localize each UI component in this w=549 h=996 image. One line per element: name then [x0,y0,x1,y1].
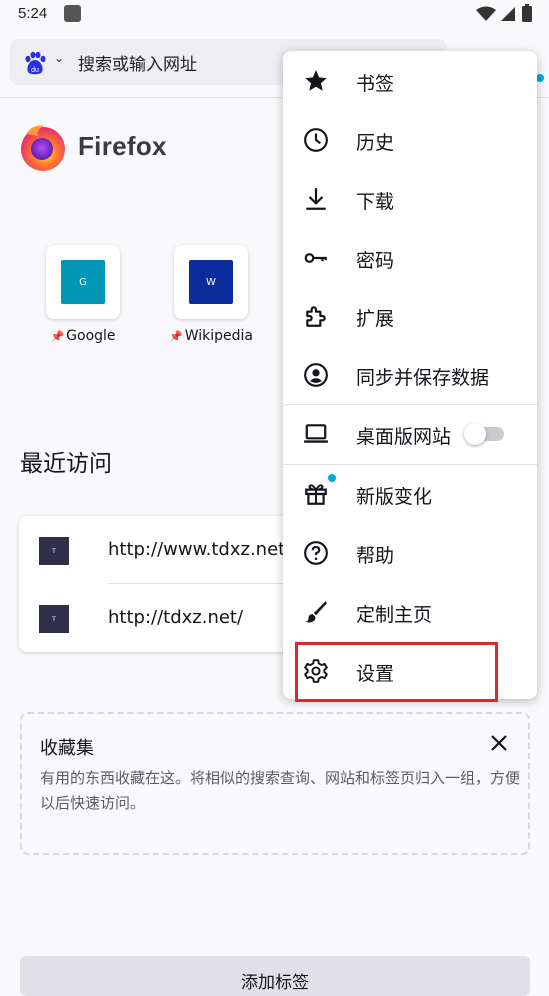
menu-item-customize-home[interactable]: 定制主页 [283,583,537,641]
firefox-wordmark: Firefox [78,131,167,161]
new-badge-dot [328,474,336,482]
gift-icon [305,484,327,505]
menu-item-label: 密码 [356,250,395,272]
status-time: 5:24 [18,5,48,22]
menu-item-whats-new[interactable]: 新版变化 [283,465,537,523]
menu-item-label: 新版变化 [356,486,433,508]
settings-highlight-box [295,642,498,702]
menu-item-label: 同步并保存数据 [356,367,490,389]
signal-icon [501,7,515,21]
menu-item-downloads[interactable]: 下载 [283,170,537,228]
add-tab-button[interactable]: 添加标签 [20,956,530,996]
menu-item-sync[interactable]: 同步并保存数据 [283,346,537,404]
top-site-wikipedia[interactable]: W 📌 Wikipedia [156,245,266,344]
laptop-icon [304,424,328,443]
svg-text:du: du [31,67,39,74]
pin-icon: 📌 [169,330,183,343]
menu-notification-dot [536,74,544,82]
pin-icon: 📌 [50,330,65,343]
top-site-label: Google [66,328,116,344]
google-favicon: G [61,260,105,304]
download-icon [306,188,326,210]
toggle-thumb [464,423,486,445]
help-icon [304,541,328,565]
status-bar: 5:24 [0,0,549,30]
wifi-icon [476,6,496,21]
collections-placeholder: 收藏集 有用的东西收藏在这。将相似的搜索查询、网站和标签页归入一组，方便以后快速… [20,712,530,855]
menu-item-label: 定制主页 [356,604,433,626]
baidu-icon[interactable]: du [22,50,48,76]
top-site-tile[interactable]: W [174,245,248,319]
top-site-label: Wikipedia [184,328,253,344]
site-favicon: T [39,537,69,565]
recent-section-title: 最近访问 [20,451,112,477]
close-icon[interactable] [488,732,510,754]
top-site-tile[interactable]: G [46,245,120,319]
url-input-placeholder[interactable]: 搜索或输入网址 [78,50,197,75]
menu-item-history[interactable]: 历史 [283,111,537,169]
menu-item-label: 下载 [356,191,395,213]
menu-item-label: 桌面版网站 [356,426,452,448]
site-favicon: T [39,605,69,633]
collections-description: 有用的东西收藏在这。将相似的搜索查询、网站和标签页归入一组，方便以后快速访问。 [40,769,521,812]
key-icon [304,253,327,263]
menu-item-label: 历史 [356,132,395,154]
desktop-site-toggle[interactable] [464,423,504,445]
menu-item-extensions[interactable]: 扩展 [283,287,537,345]
clock-icon [304,128,328,152]
wikipedia-favicon: W [189,260,233,304]
menu-item-bookmarks[interactable]: 书签 [283,52,537,110]
recent-url[interactable]: http://www.tdxz.net/ [108,539,291,560]
top-site-google[interactable]: G 📌 Google [28,245,138,344]
chevron-down-icon[interactable]: ⌄ [54,51,64,65]
menu-item-label: 帮助 [356,545,395,567]
menu-item-desktop-site[interactable]: 桌面版网站 [283,405,537,463]
collections-title: 收藏集 [40,738,94,759]
brush-icon [305,601,327,623]
account-icon [304,363,328,387]
notification-app-icon [64,5,81,22]
puzzle-icon [306,306,326,327]
menu-item-help[interactable]: 帮助 [283,524,537,582]
menu-item-label: 扩展 [356,308,395,330]
recent-url[interactable]: http://tdxz.net/ [108,607,243,628]
main-menu: 书签 历史 下载 密码 扩展 同步并保存数据 桌面版网站 新版变化 帮助 定制主… [283,51,537,699]
menu-item-label: 书签 [356,73,395,95]
star-icon [305,70,327,91]
menu-item-passwords[interactable]: 密码 [283,229,537,287]
battery-icon [522,4,532,22]
firefox-logo [21,125,65,171]
